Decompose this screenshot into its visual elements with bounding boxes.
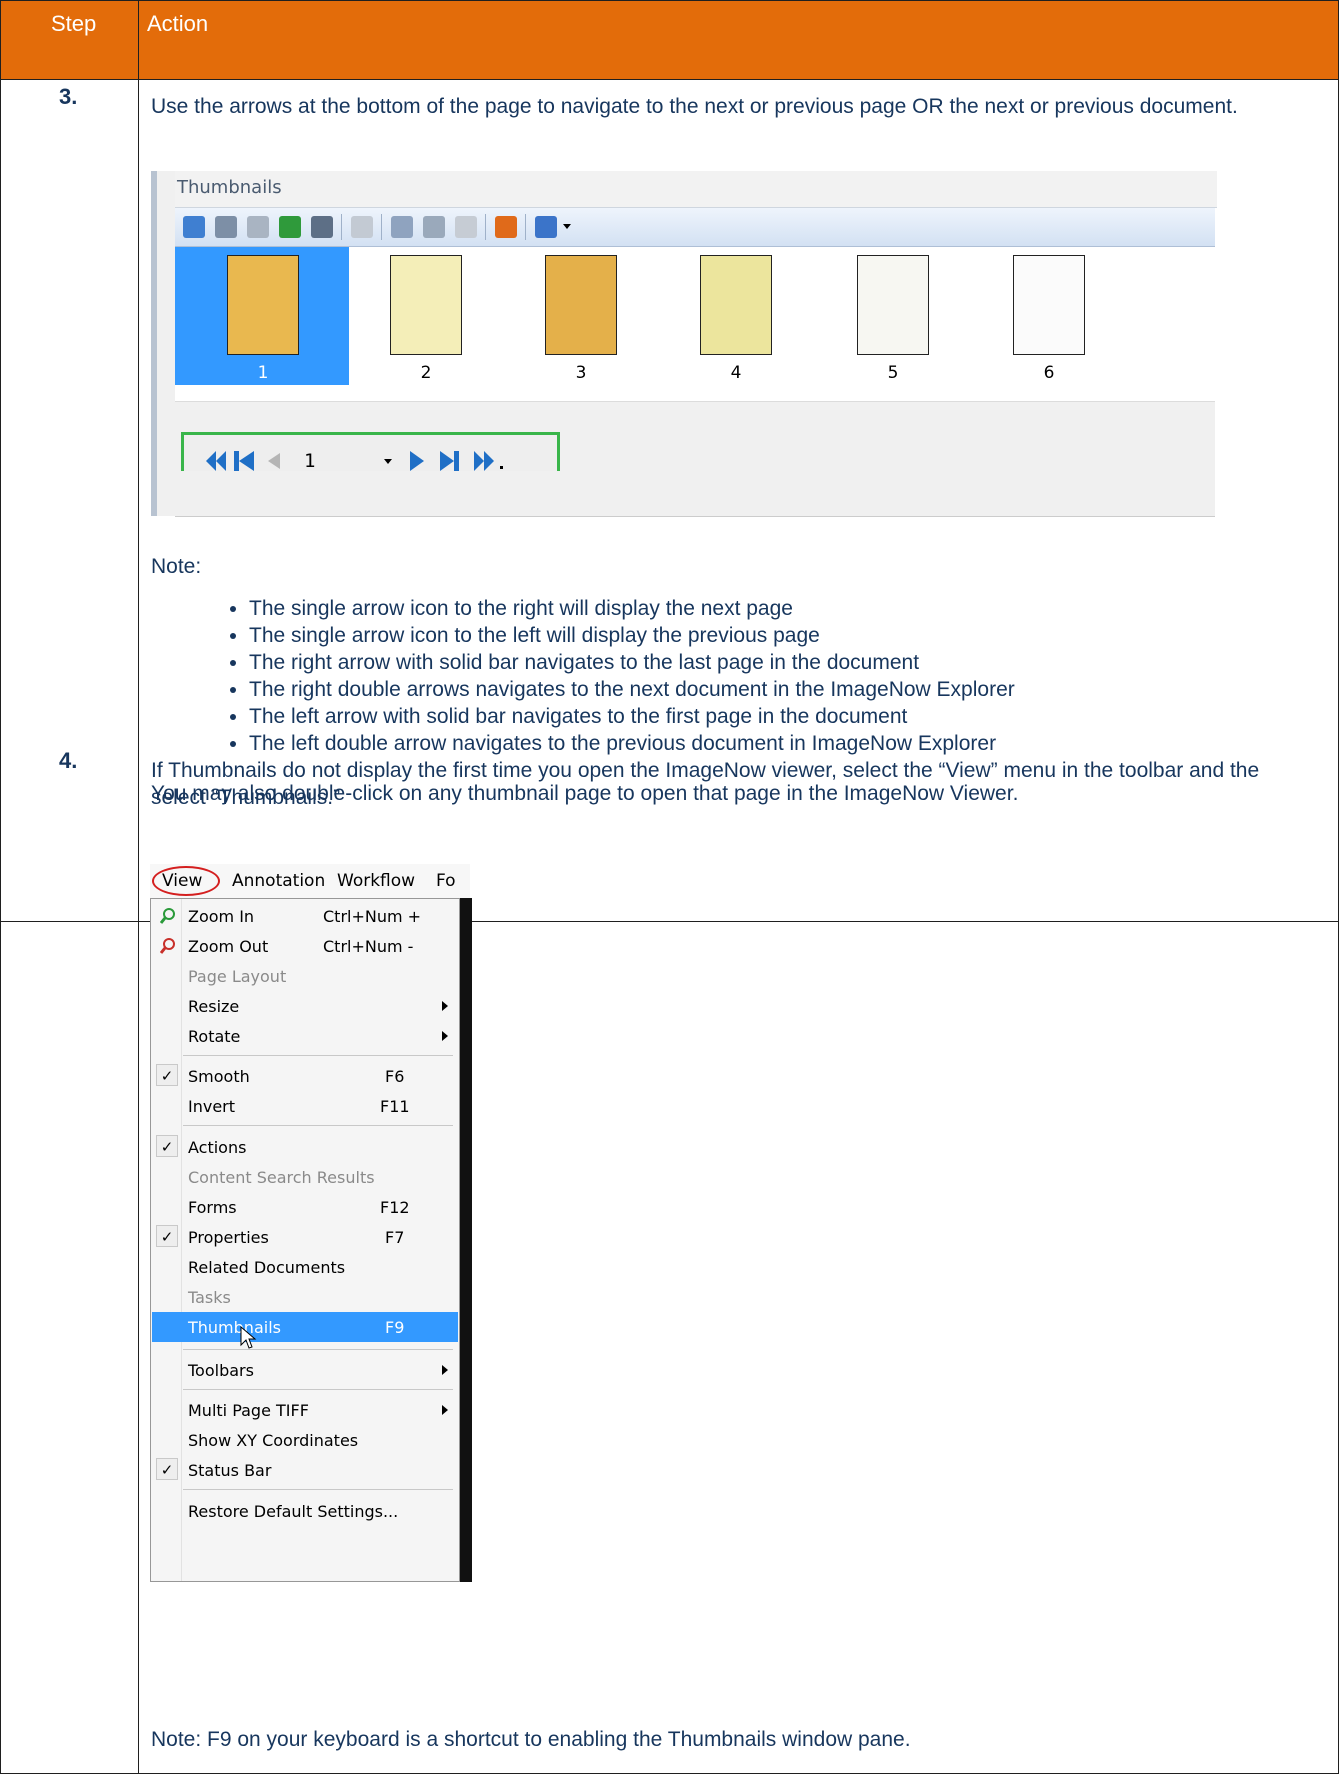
submenu-arrow-icon bbox=[442, 1405, 448, 1415]
menu-item-restore-default-settings[interactable]: Restore Default Settings... bbox=[152, 1496, 458, 1526]
thumbnail-number: 6 bbox=[1043, 363, 1055, 383]
first-page-icon[interactable] bbox=[234, 451, 254, 471]
checkmark-icon: ✓ bbox=[156, 1225, 178, 1247]
previous-document-icon[interactable] bbox=[206, 451, 226, 471]
thumbnail-number: 3 bbox=[575, 363, 587, 383]
viewer-background bbox=[460, 898, 472, 1582]
step-number: 4. bbox=[59, 748, 78, 773]
cut-icon[interactable] bbox=[391, 216, 413, 238]
menu-item-smooth[interactable]: ✓ Smooth F6 bbox=[152, 1061, 458, 1091]
note-label: Note: bbox=[151, 555, 202, 578]
thumbnail-page-5[interactable] bbox=[857, 255, 929, 355]
next-page-icon[interactable] bbox=[410, 451, 424, 471]
menu-item-zoom-out[interactable]: Zoom Out Ctrl+Num - bbox=[152, 931, 458, 961]
thumbnail-navigation-bar: 1 bbox=[175, 401, 1215, 486]
menu-item-tasks: Tasks bbox=[188, 1288, 231, 1307]
next-document-icon[interactable] bbox=[474, 451, 503, 471]
thumbnail-number: 2 bbox=[420, 363, 432, 383]
thumbnail-number: 5 bbox=[887, 363, 899, 383]
submenu-arrow-icon bbox=[442, 1365, 448, 1375]
checkmark-icon: ✓ bbox=[156, 1458, 178, 1480]
open-folder-icon[interactable] bbox=[183, 216, 205, 238]
header-action: Action bbox=[147, 11, 209, 36]
menu-item-resize[interactable]: Resize bbox=[152, 991, 458, 1021]
menu-item-actions[interactable]: ✓ Actions bbox=[152, 1132, 458, 1162]
table-header: Step Action bbox=[0, 0, 1339, 80]
page-icon[interactable] bbox=[351, 216, 373, 238]
scan-icon[interactable] bbox=[215, 216, 237, 238]
menu-item-forms[interactable]: Forms F12 bbox=[152, 1192, 458, 1222]
menu-workflow[interactable]: Workflow bbox=[337, 871, 415, 891]
thumbnail-page-1[interactable] bbox=[227, 255, 299, 355]
view-menu-dropdown: Zoom In Ctrl+Num + Zoom Out Ctrl+Num - Pag… bbox=[150, 898, 460, 1582]
menu-item-related-documents[interactable]: Related Documents bbox=[152, 1252, 458, 1282]
submenu-arrow-icon bbox=[442, 1001, 448, 1011]
thumbnail-number: 4 bbox=[730, 363, 742, 383]
thumbnail-page-6[interactable] bbox=[1013, 255, 1085, 355]
list-item: The right double arrows navigates to the… bbox=[249, 676, 1015, 703]
thumbnail-page-3[interactable] bbox=[545, 255, 617, 355]
menu-fo[interactable]: Fo bbox=[436, 871, 456, 891]
capture-icon[interactable] bbox=[247, 216, 269, 238]
list-item: The single arrow icon to the right will … bbox=[249, 595, 1015, 622]
menu-item-thumbnails[interactable]: Thumbnails F9 bbox=[152, 1312, 458, 1349]
panel-footer bbox=[175, 471, 1215, 517]
menu-item-show-xy-coordinates[interactable]: Show XY Coordinates bbox=[152, 1425, 458, 1455]
menu-item-multi-page-tiff[interactable]: Multi Page TIFF bbox=[152, 1395, 458, 1425]
step-number: 3. bbox=[59, 84, 78, 109]
step-4-intro: If Thumbnails do not display the first t… bbox=[151, 759, 1260, 809]
view-highlight-circle bbox=[152, 866, 220, 896]
list-item: The left arrow with solid bar navigates … bbox=[249, 703, 1015, 730]
navigation-notes-list: The single arrow icon to the right will … bbox=[161, 595, 1015, 757]
copy-icon[interactable] bbox=[423, 216, 445, 238]
menu-item-zoom-in[interactable]: Zoom In Ctrl+Num + bbox=[152, 901, 458, 931]
menu-item-status-bar[interactable]: ✓ Status Bar bbox=[152, 1455, 458, 1485]
menu-item-invert[interactable]: Invert F11 bbox=[152, 1091, 458, 1121]
list-item: The single arrow icon to the left will d… bbox=[249, 622, 1015, 649]
last-page-icon[interactable] bbox=[440, 451, 459, 471]
previous-page-icon[interactable] bbox=[268, 453, 280, 469]
menu-item-content-search-results: Content Search Results bbox=[188, 1168, 375, 1187]
zoom-in-icon bbox=[160, 908, 175, 924]
zoom-out-icon bbox=[160, 938, 175, 954]
menu-annotation[interactable]: Annotation bbox=[232, 871, 325, 891]
page-select-dropdown-icon[interactable] bbox=[384, 459, 392, 464]
step-cell: 4. bbox=[1, 744, 139, 1773]
thumbnail-page-4[interactable] bbox=[700, 255, 772, 355]
menubar: View Annotation Workflow Fo bbox=[150, 864, 470, 898]
step-4-note: Note: F9 on your keyboard is a shortcut … bbox=[151, 1728, 911, 1751]
thumbnail-number: 1 bbox=[257, 363, 269, 383]
thumbnails-panel-screenshot: Thumbnails 1 2 3 4 5 6 1 bbox=[151, 171, 1217, 517]
upload-icon[interactable] bbox=[279, 216, 301, 238]
mouse-cursor-icon bbox=[240, 1326, 257, 1349]
list-item: The right arrow with solid bar navigates… bbox=[249, 649, 1015, 676]
menu-item-properties[interactable]: ✓ Properties F7 bbox=[152, 1222, 458, 1252]
thumbnails-panel-title: Thumbnails bbox=[175, 171, 1217, 208]
paste-icon[interactable] bbox=[455, 216, 477, 238]
step-3-intro: Use the arrows at the bottom of the page… bbox=[151, 95, 1238, 118]
delete-icon[interactable] bbox=[495, 216, 517, 238]
checkmark-icon: ✓ bbox=[156, 1064, 178, 1086]
print-icon[interactable] bbox=[311, 216, 333, 238]
menu-item-toolbars[interactable]: Toolbars bbox=[152, 1355, 458, 1385]
checkmark-icon: ✓ bbox=[156, 1135, 178, 1157]
submenu-arrow-icon bbox=[442, 1031, 448, 1041]
zoom-dropdown-icon[interactable] bbox=[563, 224, 571, 229]
thumbnails-toolbar bbox=[175, 208, 1215, 247]
menu-item-rotate[interactable]: Rotate bbox=[152, 1021, 458, 1051]
header-step: Step bbox=[51, 11, 97, 36]
view-menu-screenshot: View Annotation Workflow Fo Zoom In Ctrl+… bbox=[150, 864, 472, 1582]
thumbnail-strip: 1 2 3 4 5 6 bbox=[175, 247, 1215, 401]
thumbnail-page-2[interactable] bbox=[390, 255, 462, 355]
zoom-icon[interactable] bbox=[535, 216, 557, 238]
menu-item-page-layout: Page Layout bbox=[188, 967, 287, 986]
